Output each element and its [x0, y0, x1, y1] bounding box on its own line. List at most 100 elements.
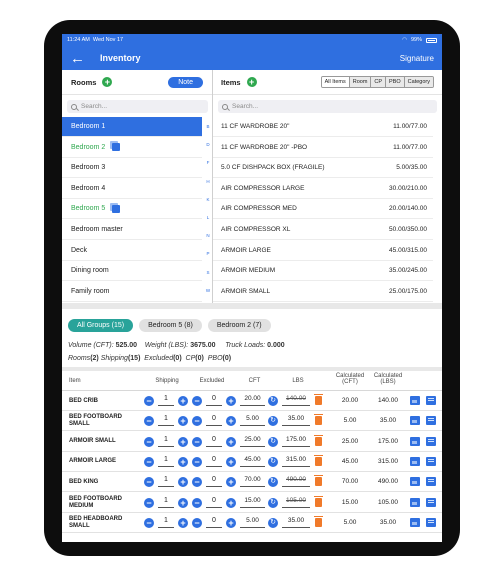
- notes-icon[interactable]: [426, 517, 436, 527]
- excluded-plus-button[interactable]: +: [226, 416, 236, 427]
- back-arrow-icon[interactable]: ←: [70, 51, 94, 66]
- item-row[interactable]: ARMOIR LARGE 45.00/315.00: [213, 241, 433, 261]
- index-letter[interactable]: N: [204, 233, 212, 238]
- signature-button[interactable]: Signature: [400, 54, 434, 63]
- shipping-qty-field[interactable]: 1: [158, 395, 174, 406]
- item-row[interactable]: ARMOIR MEDIUM 35.00/245.00: [213, 261, 433, 282]
- recalculate-icon[interactable]: ↻: [268, 497, 278, 508]
- chip-bedroom-2[interactable]: Bedroom 2 (7): [207, 319, 271, 332]
- excluded-plus-button[interactable]: +: [226, 456, 236, 467]
- item-row[interactable]: ARMOIR SMALL 25.00/175.00: [213, 282, 433, 302]
- rooms-search-input[interactable]: Search...: [67, 100, 208, 113]
- items-search-input[interactable]: Search...: [218, 100, 437, 113]
- lbs-field[interactable]: 140.00: [282, 395, 310, 406]
- shipping-qty-field[interactable]: 1: [158, 456, 174, 467]
- cft-field[interactable]: 45.00: [240, 456, 265, 467]
- item-row[interactable]: 11 CF WARDROBE 20" 11.00/77.00: [213, 117, 433, 137]
- notes-icon[interactable]: [426, 436, 436, 446]
- chip-bedroom-5[interactable]: Bedroom 5 (8): [139, 319, 202, 332]
- index-letter[interactable]: B: [204, 124, 212, 129]
- shipping-qty-field[interactable]: 1: [158, 497, 174, 508]
- excluded-plus-button[interactable]: +: [226, 517, 236, 528]
- index-letter[interactable]: S: [204, 270, 212, 275]
- index-letter[interactable]: L: [204, 215, 212, 220]
- excluded-qty-field[interactable]: 0: [206, 436, 222, 447]
- lbs-field[interactable]: 35.00: [282, 517, 310, 528]
- shipping-qty-field[interactable]: 1: [158, 517, 174, 528]
- room-item[interactable]: Deck: [62, 241, 202, 261]
- recalculate-icon[interactable]: ↻: [268, 477, 278, 488]
- shipping-plus-button[interactable]: +: [178, 456, 188, 467]
- notes-icon[interactable]: [426, 396, 436, 405]
- chip-all-groups[interactable]: All Groups (15): [68, 319, 134, 332]
- excluded-qty-field[interactable]: 0: [206, 497, 222, 508]
- shipping-plus-button[interactable]: +: [178, 477, 188, 488]
- excluded-plus-button[interactable]: +: [226, 396, 236, 406]
- lbs-field[interactable]: 490.00: [282, 476, 310, 488]
- item-row[interactable]: AIR COMPRESSOR MED 20.00/140.00: [213, 199, 433, 220]
- trash-icon[interactable]: [314, 515, 323, 527]
- index-letter[interactable]: P: [204, 251, 212, 256]
- note-button[interactable]: Note: [168, 76, 203, 88]
- excluded-minus-button[interactable]: −: [192, 497, 202, 508]
- filter-room[interactable]: Room: [348, 77, 371, 87]
- recalculate-icon[interactable]: ↻: [268, 456, 278, 467]
- filter-cp[interactable]: CP: [370, 77, 386, 87]
- excluded-minus-button[interactable]: −: [192, 396, 202, 406]
- notes-icon[interactable]: [426, 416, 436, 426]
- excluded-minus-button[interactable]: −: [192, 416, 202, 427]
- filter-all-items[interactable]: All Items: [321, 77, 349, 87]
- index-letter[interactable]: K: [204, 197, 212, 202]
- gallery-icon[interactable]: [410, 477, 420, 487]
- shipping-qty-field[interactable]: 1: [158, 415, 174, 427]
- room-item[interactable]: Bedroom 1: [62, 117, 202, 137]
- item-row[interactable]: AIR COMPRESSOR LARGE 30.00/210.00: [213, 179, 433, 199]
- cft-field[interactable]: 70.00: [240, 476, 265, 488]
- shipping-qty-field[interactable]: 1: [158, 436, 174, 447]
- excluded-minus-button[interactable]: −: [192, 436, 202, 447]
- shipping-plus-button[interactable]: +: [178, 517, 188, 528]
- excluded-plus-button[interactable]: +: [226, 477, 236, 488]
- excluded-qty-field[interactable]: 0: [206, 456, 222, 467]
- lbs-field[interactable]: 35.00: [282, 415, 310, 427]
- index-letter[interactable]: H: [204, 179, 212, 184]
- trash-icon[interactable]: [314, 414, 323, 426]
- copy-icon[interactable]: [112, 143, 121, 152]
- room-item[interactable]: Dining room: [62, 261, 202, 282]
- gallery-icon[interactable]: [410, 416, 420, 426]
- trash-icon[interactable]: [314, 495, 323, 507]
- cft-field[interactable]: 25.00: [240, 436, 265, 447]
- item-row[interactable]: 11 CF WARDROBE 20" -PBO 11.00/77.00: [213, 138, 433, 158]
- item-row[interactable]: 5.0 CF DISHPACK BOX (FRAGILE) 5.00/35.00: [213, 158, 433, 179]
- excluded-minus-button[interactable]: −: [192, 456, 202, 467]
- gallery-icon[interactable]: [410, 497, 420, 507]
- shipping-plus-button[interactable]: +: [178, 416, 188, 427]
- room-item[interactable]: Family room: [62, 282, 202, 302]
- shipping-minus-button[interactable]: −: [144, 396, 154, 406]
- lbs-field[interactable]: 315.00: [282, 456, 310, 467]
- gallery-icon[interactable]: [410, 517, 420, 527]
- shipping-minus-button[interactable]: −: [144, 517, 154, 528]
- room-item[interactable]: Bedroom 5: [62, 199, 202, 220]
- shipping-qty-field[interactable]: 1: [158, 476, 174, 488]
- notes-icon[interactable]: [426, 497, 436, 507]
- room-item[interactable]: Bedroom 3: [62, 158, 202, 179]
- room-item[interactable]: Bedroom 4: [62, 179, 202, 199]
- shipping-plus-button[interactable]: +: [178, 396, 188, 406]
- excluded-qty-field[interactable]: 0: [206, 517, 222, 528]
- trash-icon[interactable]: [314, 454, 323, 466]
- excluded-plus-button[interactable]: +: [226, 436, 236, 447]
- recalculate-icon[interactable]: ↻: [268, 517, 278, 528]
- room-item[interactable]: Bedroom master: [62, 220, 202, 240]
- add-item-button[interactable]: +: [246, 77, 257, 87]
- excluded-qty-field[interactable]: 0: [206, 476, 222, 488]
- copy-icon[interactable]: [112, 204, 121, 213]
- lbs-field[interactable]: 105.00: [282, 497, 310, 508]
- filter-pbo[interactable]: PBO: [385, 77, 404, 87]
- shipping-plus-button[interactable]: +: [178, 436, 188, 447]
- excluded-qty-field[interactable]: 0: [206, 395, 222, 406]
- filter-category[interactable]: Category: [403, 77, 433, 87]
- cft-field[interactable]: 20.00: [240, 395, 265, 406]
- index-letter[interactable]: F: [204, 160, 212, 165]
- index-letter[interactable]: W: [204, 288, 212, 293]
